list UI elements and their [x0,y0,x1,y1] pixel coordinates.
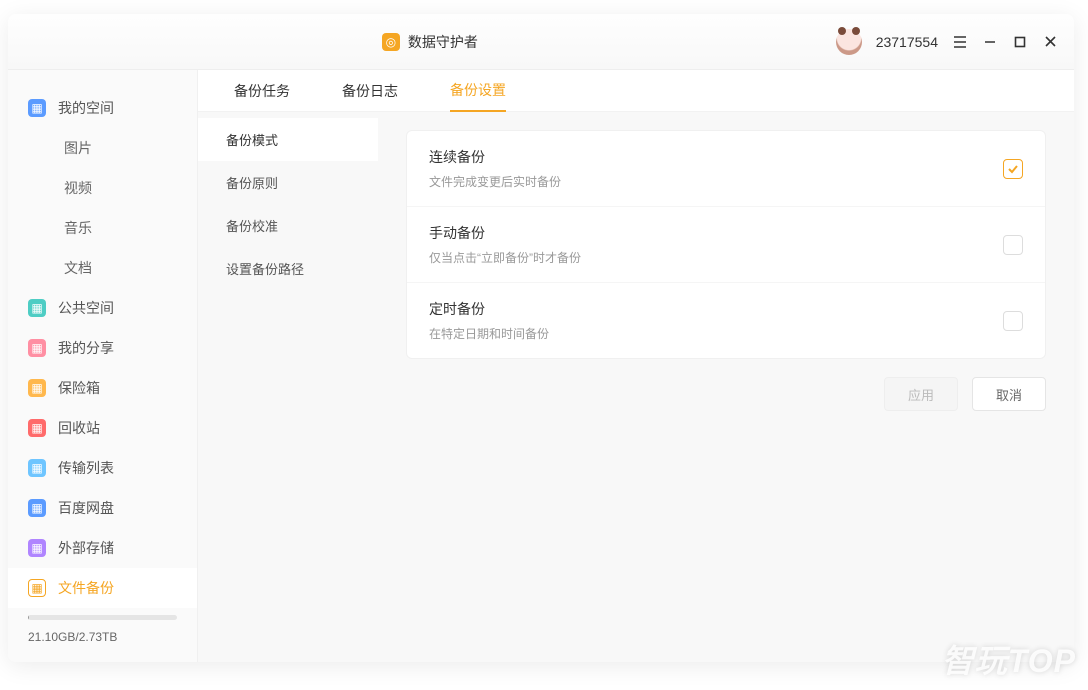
sidebar-item-label: 回收站 [58,418,100,438]
sidebar-icon: ▦ [28,379,46,397]
sidebar-icon: ▦ [28,339,46,357]
subnav-item-0[interactable]: 备份模式 [198,118,378,161]
storage-indicator: 21.10GB/2.73TB [8,615,197,662]
sidebar-item-label: 百度网盘 [58,498,114,518]
option-title: 手动备份 [429,223,581,243]
option-desc: 仅当点击“立即备份”时才备份 [429,249,581,266]
option-checkbox[interactable] [1003,159,1023,179]
app-logo-icon: ◎ [382,33,400,51]
user-id: 23717554 [876,34,938,50]
sidebar-item-7[interactable]: ▦ 保险箱 [8,368,197,408]
sidebar-item-9[interactable]: ▦ 传输列表 [8,448,197,488]
sidebar-item-5[interactable]: ▦ 公共空间 [8,288,197,328]
minimize-icon[interactable] [982,34,998,50]
sidebar-item-6[interactable]: ▦ 我的分享 [8,328,197,368]
sidebar-item-label: 外部存储 [58,538,114,558]
option-desc: 在特定日期和时间备份 [429,325,549,342]
storage-text: 21.10GB/2.73TB [28,630,177,644]
tab-0[interactable]: 备份任务 [234,71,290,111]
option-checkbox[interactable] [1003,235,1023,255]
sidebar-icon: ▦ [28,579,46,597]
sidebar-item-label: 传输列表 [58,458,114,478]
maximize-icon[interactable] [1012,34,1028,50]
app-title: 数据守护者 [408,32,478,52]
subnav-item-1[interactable]: 备份原则 [198,161,378,204]
sidebar-item-4[interactable]: 文档 [8,248,197,288]
sidebar-item-12[interactable]: ▦ 文件备份 [8,568,197,608]
sidebar: ▦ 我的空间图片视频音乐文档 ▦ 公共空间 ▦ 我的分享 ▦ 保险箱 ▦ 回收站 ▦ 传输列表 ▦ 百度网… [8,70,198,662]
sidebar-icon: ▦ [28,299,46,317]
menu-icon[interactable] [952,34,968,50]
user-avatar[interactable] [836,29,862,55]
close-icon[interactable] [1042,34,1058,50]
option-checkbox[interactable] [1003,311,1023,331]
sidebar-icon: ▦ [28,99,46,117]
option-desc: 文件完成变更后实时备份 [429,173,561,190]
subnav-item-3[interactable]: 设置备份路径 [198,247,378,290]
sidebar-item-label: 视频 [64,178,92,198]
app-window: ◎ 数据守护者 23717554 ▦ 我的空间图片视频音乐文档 ▦ 公共空间 ▦ 我的分享… [8,14,1074,662]
apply-button[interactable]: 应用 [884,377,958,411]
backup-option-2: 定时备份在特定日期和时间备份 [407,283,1045,358]
titlebar: ◎ 数据守护者 23717554 [8,14,1074,70]
tab-2[interactable]: 备份设置 [450,70,506,112]
backup-option-0: 连续备份文件完成变更后实时备份 [407,131,1045,207]
sidebar-item-label: 文件备份 [58,578,114,598]
sidebar-item-label: 保险箱 [58,378,100,398]
option-title: 定时备份 [429,299,549,319]
sidebar-item-2[interactable]: 视频 [8,168,197,208]
cancel-button[interactable]: 取消 [972,377,1046,411]
sidebar-item-label: 音乐 [64,218,92,238]
sidebar-icon: ▦ [28,419,46,437]
sidebar-item-label: 图片 [64,138,92,158]
sidebar-item-8[interactable]: ▦ 回收站 [8,408,197,448]
backup-option-1: 手动备份仅当点击“立即备份”时才备份 [407,207,1045,283]
sidebar-item-label: 我的空间 [58,98,114,118]
sidebar-item-3[interactable]: 音乐 [8,208,197,248]
settings-subnav: 备份模式备份原则备份校准设置备份路径 [198,112,378,662]
sidebar-item-11[interactable]: ▦ 外部存储 [8,528,197,568]
sidebar-icon: ▦ [28,539,46,557]
sidebar-item-1[interactable]: 图片 [8,128,197,168]
option-title: 连续备份 [429,147,561,167]
sidebar-item-label: 公共空间 [58,298,114,318]
sidebar-icon: ▦ [28,459,46,477]
tabs: 备份任务 备份日志 备份设置 [198,70,1074,112]
backup-mode-card: 连续备份文件完成变更后实时备份手动备份仅当点击“立即备份”时才备份定时备份在特定… [406,130,1046,359]
sidebar-item-label: 我的分享 [58,338,114,358]
sidebar-item-0[interactable]: ▦ 我的空间 [8,88,197,128]
sidebar-item-10[interactable]: ▦ 百度网盘 [8,488,197,528]
tab-1[interactable]: 备份日志 [342,71,398,111]
sidebar-item-label: 文档 [64,258,92,278]
sidebar-icon: ▦ [28,499,46,517]
subnav-item-2[interactable]: 备份校准 [198,204,378,247]
